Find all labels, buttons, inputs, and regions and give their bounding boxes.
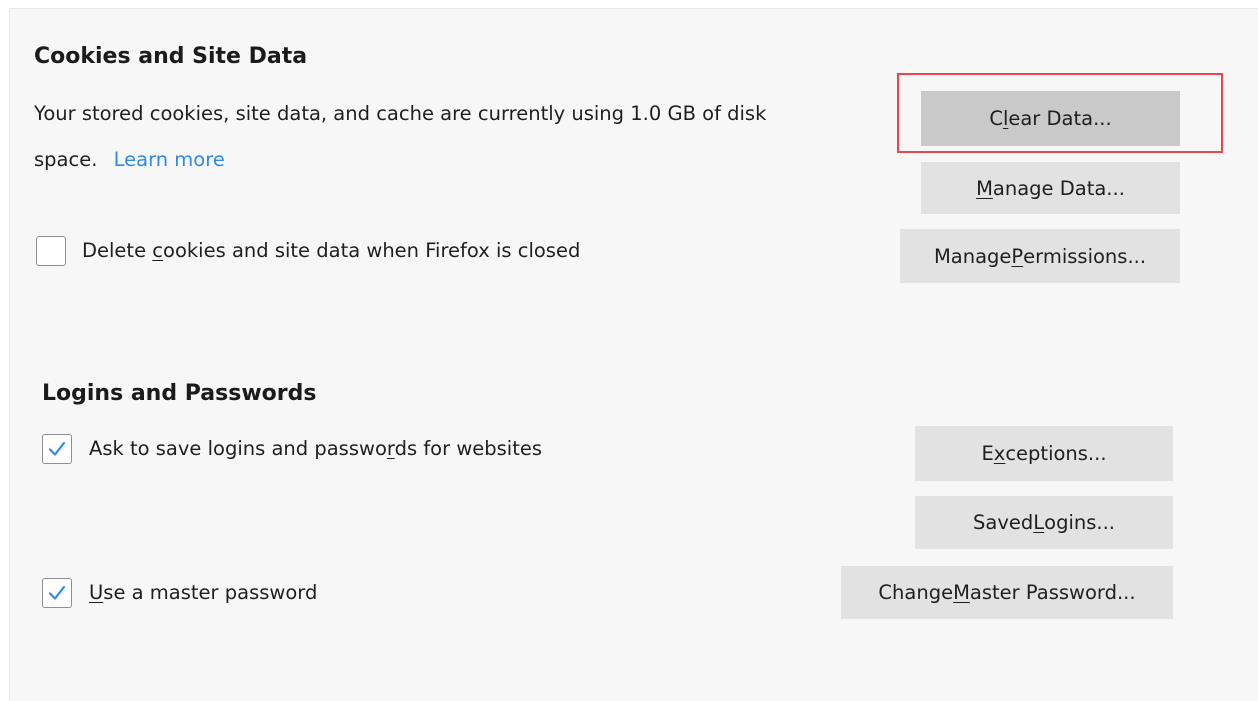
ask-to-save-logins-label[interactable]: Ask to save logins and passwords for web… (89, 437, 542, 460)
saved-logins-label-post: ogins... (1044, 511, 1115, 534)
ask-to-save-accesskey: r (386, 437, 395, 460)
delete-cookies-on-close-label[interactable]: Delete cookies and site data when Firefo… (82, 239, 580, 262)
logins-section-heading: Logins and Passwords (42, 381, 317, 406)
manage-permissions-accesskey: P (1011, 244, 1024, 268)
master-password-label-post: se a master password (103, 581, 318, 604)
saved-logins-accesskey: L (1033, 511, 1045, 534)
delete-cookies-label-pre: Delete (82, 239, 153, 262)
saved-logins-button[interactable]: Saved Logins... (915, 496, 1173, 549)
clear-data-label-pre: C (989, 107, 1003, 130)
checkmark-icon (48, 441, 66, 456)
change-master-label-post: aster Password... (969, 581, 1136, 604)
manage-data-label-post: anage Data... (992, 176, 1125, 200)
cookies-storage-description-line2: space. Learn more (34, 148, 225, 171)
clear-data-label-post: ear Data... (1008, 107, 1112, 130)
learn-more-link[interactable]: Learn more (114, 148, 225, 171)
manage-data-button[interactable]: Manage Data... (921, 162, 1180, 214)
delete-cookies-on-close-checkbox[interactable] (36, 236, 66, 266)
cookies-description-suffix: space. (34, 148, 98, 171)
delete-cookies-accesskey: c (152, 239, 164, 262)
cookies-section-heading: Cookies and Site Data (34, 44, 308, 69)
clear-data-button[interactable]: Cl ear Data... (921, 91, 1180, 146)
use-master-password-label[interactable]: Use a master password (89, 581, 317, 604)
manage-data-accesskey: M (976, 176, 993, 200)
exceptions-label-pre: E (981, 442, 994, 465)
saved-logins-label-pre: Saved (973, 511, 1034, 534)
delete-cookies-label-post: ookies and site data when Firefox is clo… (163, 239, 581, 262)
exceptions-accesskey: x (993, 442, 1006, 465)
manage-permissions-label-pre: Manage (933, 244, 1012, 268)
ask-to-save-label-post: ds for websites (394, 437, 543, 460)
ask-to-save-logins-checkbox[interactable] (42, 434, 72, 464)
exceptions-button[interactable]: Ex ceptions... (915, 426, 1173, 481)
exceptions-label-post: ceptions... (1005, 442, 1107, 465)
change-master-accesskey: M (953, 581, 970, 604)
change-master-label-pre: Change (878, 581, 954, 604)
manage-permissions-label-post: ermissions... (1023, 244, 1147, 268)
use-master-password-checkbox[interactable] (42, 578, 72, 608)
checkmark-icon (48, 585, 66, 600)
master-password-accesskey: U (89, 581, 104, 604)
change-master-password-button[interactable]: Change Master Password... (841, 566, 1173, 619)
cookies-storage-description: Your stored cookies, site data, and cach… (34, 102, 767, 125)
ask-to-save-label-pre: Ask to save logins and passwo (89, 437, 387, 460)
manage-permissions-button[interactable]: Manage Permissions... (900, 229, 1180, 283)
